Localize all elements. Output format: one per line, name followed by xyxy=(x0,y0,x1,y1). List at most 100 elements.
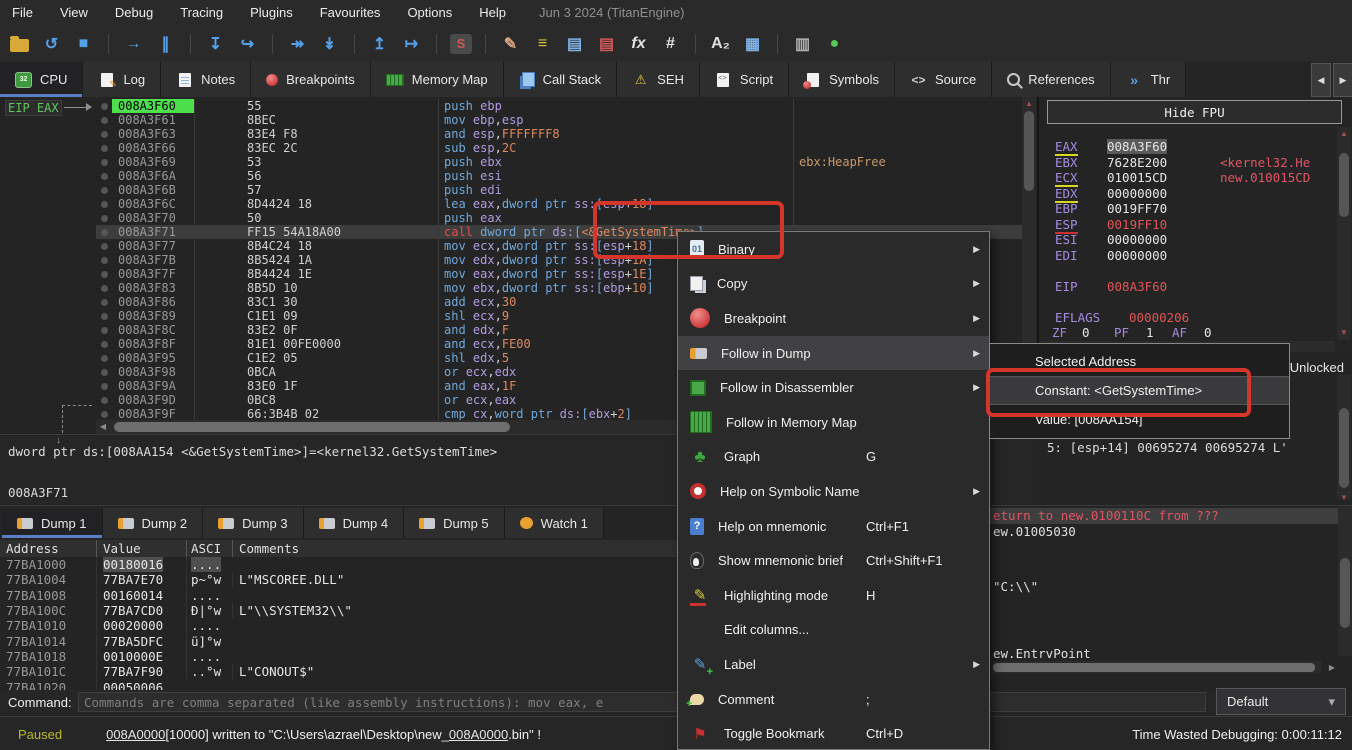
fx-icon[interactable]: fx xyxy=(627,32,650,56)
breakpoint-dot[interactable] xyxy=(96,327,112,334)
disasm-row[interactable]: 008A3F618BECmov ebp,esp xyxy=(96,113,1022,127)
register-row[interactable]: ECX010015CDnew.010015CD xyxy=(1039,170,1339,185)
register-row[interactable]: EDX00000000 xyxy=(1039,186,1339,201)
breakpoint-dot[interactable] xyxy=(96,145,112,152)
menu-item-follow-in-disassembler[interactable]: Follow in Disassembler xyxy=(678,370,989,405)
menu-item-label[interactable]: ✎Label xyxy=(678,647,989,682)
register-row[interactable]: EFLAGS00000206 xyxy=(1039,310,1339,325)
submenu-item-constant[interactable]: Constant: <GetSystemTime> xyxy=(990,376,1289,405)
favourites-icon[interactable]: ≡ xyxy=(531,32,554,56)
register-row[interactable]: EBP0019FF70 xyxy=(1039,201,1339,216)
stack-row[interactable]: ew.EntrvPoint xyxy=(989,646,1339,662)
columns-icon[interactable]: ▥ xyxy=(791,32,814,56)
register-row[interactable]: EAX008A3F60 xyxy=(1039,139,1339,154)
register-row[interactable]: ESP0019FF10 xyxy=(1039,217,1339,232)
breakpoint-dot[interactable] xyxy=(96,215,112,222)
menu-view[interactable]: View xyxy=(60,5,88,20)
argument-row[interactable]: 5: [esp+14] 00695274 00695274 L' xyxy=(1047,440,1347,455)
register-value[interactable]: 0019FF70 xyxy=(1107,201,1167,216)
tab-source[interactable]: <>Source xyxy=(895,62,992,97)
menu-help[interactable]: Help xyxy=(479,5,506,20)
tab-memory-map[interactable]: Memory Map xyxy=(371,62,504,97)
register-row[interactable]: EBX7628E200<kernel32.He xyxy=(1039,155,1339,170)
disasm-row[interactable]: 008A3F6B57push edi xyxy=(96,183,1022,197)
breakpoint-dot[interactable] xyxy=(96,355,112,362)
breakpoint-dot[interactable] xyxy=(96,313,112,320)
font-icon[interactable]: A₂ xyxy=(709,32,732,56)
menu-item-show-mnemonic-brief[interactable]: Show mnemonic briefCtrl+Shift+F1 xyxy=(678,543,989,578)
stack-row[interactable]: ew.01005030 xyxy=(989,524,1339,540)
tab-thr[interactable]: »Thr xyxy=(1111,62,1187,97)
unlocked-label[interactable]: Unlocked xyxy=(1290,360,1344,375)
tab-log[interactable]: Log xyxy=(83,62,161,97)
breakpoint-dot[interactable] xyxy=(96,201,112,208)
trace-into-icon[interactable]: ↠ xyxy=(286,32,309,56)
registers-vertical-scrollbar[interactable] xyxy=(1337,127,1351,340)
tab-symbols[interactable]: Symbols xyxy=(789,62,895,97)
breakpoint-dot[interactable] xyxy=(96,285,112,292)
menu-item-graph[interactable]: ♣GraphG xyxy=(678,440,989,475)
menu-favourites[interactable]: Favourites xyxy=(320,5,381,20)
scroll-up-icon[interactable] xyxy=(1022,98,1036,110)
calling-convention-dropdown[interactable]: Default xyxy=(1216,688,1346,715)
compare-icon[interactable]: ▤ xyxy=(563,32,586,56)
pause-icon[interactable]: ∥ xyxy=(154,32,177,56)
tab-cpu[interactable]: 32CPU xyxy=(0,62,83,97)
stack-vertical-scrollbar[interactable] xyxy=(1338,506,1352,656)
breakpoint-dot[interactable] xyxy=(96,243,112,250)
breakpoint-dot[interactable] xyxy=(96,173,112,180)
restart-icon[interactable]: ↺ xyxy=(40,32,63,56)
menu-debug[interactable]: Debug xyxy=(115,5,153,20)
breakpoint-dot[interactable] xyxy=(96,397,112,404)
scroll-thumb[interactable] xyxy=(993,663,1315,672)
register-row[interactable]: ESI00000000 xyxy=(1039,232,1339,247)
tab-breakpoints[interactable]: Breakpoints xyxy=(251,62,371,97)
stop-icon[interactable]: ■ xyxy=(72,32,95,56)
register-value[interactable]: 00000000 xyxy=(1107,232,1167,247)
scroll-thumb[interactable] xyxy=(1024,111,1034,191)
flag-value[interactable]: 0 xyxy=(1204,325,1212,340)
open-file-icon[interactable] xyxy=(10,39,29,52)
disasm-row[interactable]: 008A3F7050push eax xyxy=(96,211,1022,225)
menu-tracing[interactable]: Tracing xyxy=(180,5,223,20)
menu-options[interactable]: Options xyxy=(407,5,452,20)
menu-item-follow-in-dump[interactable]: Follow in Dump xyxy=(678,336,989,371)
stack-horizontal-scrollbar[interactable] xyxy=(991,661,1321,674)
register-value[interactable]: 7628E200 xyxy=(1107,155,1167,170)
menu-plugins[interactable]: Plugins xyxy=(250,5,293,20)
step-into-icon[interactable]: ↧ xyxy=(204,32,227,56)
scroll-right-icon[interactable] xyxy=(1325,662,1339,674)
address-link[interactable]: 008A0000 xyxy=(449,727,508,742)
menu-item-follow-in-memory-map[interactable]: Follow in Memory Map xyxy=(678,405,989,440)
disasm-row[interactable]: 008A3F6683EC 2Csub esp,2C xyxy=(96,141,1022,155)
theme-icon[interactable]: ● xyxy=(823,32,846,56)
breakpoint-dot[interactable] xyxy=(96,271,112,278)
flag-value[interactable]: 0 xyxy=(1082,325,1090,340)
scroll-thumb[interactable] xyxy=(1340,558,1350,628)
menu-item-help-on-symbolic-name[interactable]: Help on Symbolic Name xyxy=(678,474,989,509)
tab-notes[interactable]: Notes xyxy=(161,62,251,97)
menu-item-toggle-bookmark[interactable]: ⚑Toggle BookmarkCtrl+D xyxy=(678,716,989,750)
register-value[interactable]: 00000000 xyxy=(1107,186,1167,201)
arguments-vertical-scrollbar[interactable] xyxy=(1337,374,1351,500)
breakpoint-dot[interactable] xyxy=(96,369,112,376)
breakpoint-dot[interactable] xyxy=(96,187,112,194)
stack-row[interactable]: eturn to new.0100110C from ??? xyxy=(989,508,1339,524)
tab-seh[interactable]: ⚠SEH xyxy=(617,62,700,97)
scroll-down-icon[interactable] xyxy=(1337,327,1351,339)
scroll-left-icon[interactable] xyxy=(96,421,110,433)
breakpoint-dot[interactable] xyxy=(96,411,112,418)
breakpoint-dot[interactable] xyxy=(96,131,112,138)
menu-item-copy[interactable]: Copy xyxy=(678,267,989,302)
submenu-item-selected-address[interactable]: Selected Address xyxy=(990,347,1289,376)
tab-dump-1[interactable]: Dump 1 xyxy=(2,508,103,538)
disasm-row[interactable]: 008A3F6383E4 F8and esp,FFFFFFF8 xyxy=(96,127,1022,141)
menu-item-breakpoint[interactable]: Breakpoint xyxy=(678,301,989,336)
modules-icon[interactable]: ▦ xyxy=(741,32,764,56)
ribbon-icon[interactable]: ▤ xyxy=(595,32,618,56)
breakpoint-dot[interactable] xyxy=(96,117,112,124)
register-value[interactable]: 00000206 xyxy=(1129,310,1189,325)
flag-value[interactable]: 1 xyxy=(1146,325,1154,340)
register-value[interactable]: 0019FF10 xyxy=(1107,217,1167,232)
column-header-value[interactable]: Value xyxy=(96,540,186,557)
